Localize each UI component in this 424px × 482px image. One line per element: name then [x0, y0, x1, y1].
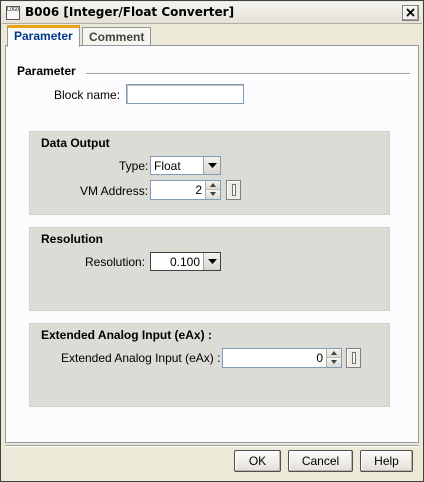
help-button[interactable]: Help	[360, 450, 413, 472]
extended-analog-input-label: Extended Analog Input (eAx) :	[61, 351, 221, 365]
type-dropdown-button[interactable]	[203, 157, 220, 174]
resolution-select[interactable]: 0.100	[150, 252, 221, 271]
close-button[interactable]	[402, 5, 419, 21]
vm-address-input[interactable]: 2	[150, 180, 221, 200]
extended-analog-input-spinner	[326, 349, 341, 367]
vm-address-slider-button[interactable]	[226, 180, 241, 200]
resolution-title: Resolution	[41, 232, 103, 246]
footer-divider	[5, 445, 419, 447]
chevron-down-icon	[208, 259, 217, 264]
title-bar[interactable]: LOGO B006 [Integer/Float Converter]	[2, 2, 422, 24]
window-title: B006 [Integer/Float Converter]	[25, 5, 235, 19]
parameter-panel: Parameter Block name: Data Output Type: …	[5, 45, 419, 443]
dialog-window: LOGO B006 [Integer/Float Converter] Para…	[0, 0, 424, 482]
ok-button[interactable]: OK	[234, 450, 281, 472]
parameter-divider	[86, 73, 410, 75]
block-name-label: Block name:	[54, 88, 121, 102]
arrow-down-icon	[331, 360, 337, 364]
data-output-title: Data Output	[41, 136, 110, 150]
arrow-down-icon	[210, 192, 216, 196]
extended-analog-input-group: Extended Analog Input (eAx) : Extended A…	[29, 323, 390, 407]
cancel-button[interactable]: Cancel	[288, 450, 353, 472]
tab-comment[interactable]: Comment	[82, 27, 151, 46]
tab-strip: Parameter Comment	[5, 25, 419, 47]
resolution-group: Resolution Resolution: 0.100	[29, 227, 390, 311]
type-select[interactable]: Float	[150, 156, 221, 175]
vm-address-increment[interactable]	[206, 181, 220, 190]
vm-address-label: VM Address:	[80, 184, 149, 198]
extended-analog-input-value: 0	[316, 351, 323, 365]
data-output-group: Data Output Type: Float VM Address: 2	[29, 131, 390, 215]
block-name-input[interactable]	[126, 84, 244, 104]
extended-analog-input-decrement[interactable]	[327, 358, 341, 367]
slider-icon	[352, 352, 356, 364]
tab-parameter[interactable]: Parameter	[7, 25, 80, 47]
type-select-value: Float	[154, 159, 181, 173]
resolution-dropdown-button[interactable]	[203, 253, 220, 270]
chevron-down-icon	[208, 163, 217, 168]
arrow-up-icon	[210, 183, 216, 187]
parameter-section-title: Parameter	[17, 64, 76, 78]
slider-icon	[232, 184, 236, 196]
vm-address-value: 2	[195, 183, 202, 197]
logo-app-icon: LOGO	[6, 6, 20, 20]
type-label: Type:	[119, 159, 149, 173]
extended-analog-input-field[interactable]: 0	[222, 348, 342, 368]
vm-address-decrement[interactable]	[206, 190, 220, 199]
arrow-up-icon	[331, 351, 337, 355]
extended-analog-input-increment[interactable]	[327, 349, 341, 358]
vm-address-spinner	[205, 181, 220, 199]
resolution-select-value: 0.100	[169, 255, 200, 269]
close-icon	[406, 8, 415, 17]
extended-analog-input-title: Extended Analog Input (eAx) :	[41, 328, 212, 342]
extended-analog-input-slider-button[interactable]	[346, 348, 361, 368]
resolution-label: Resolution:	[85, 255, 146, 269]
